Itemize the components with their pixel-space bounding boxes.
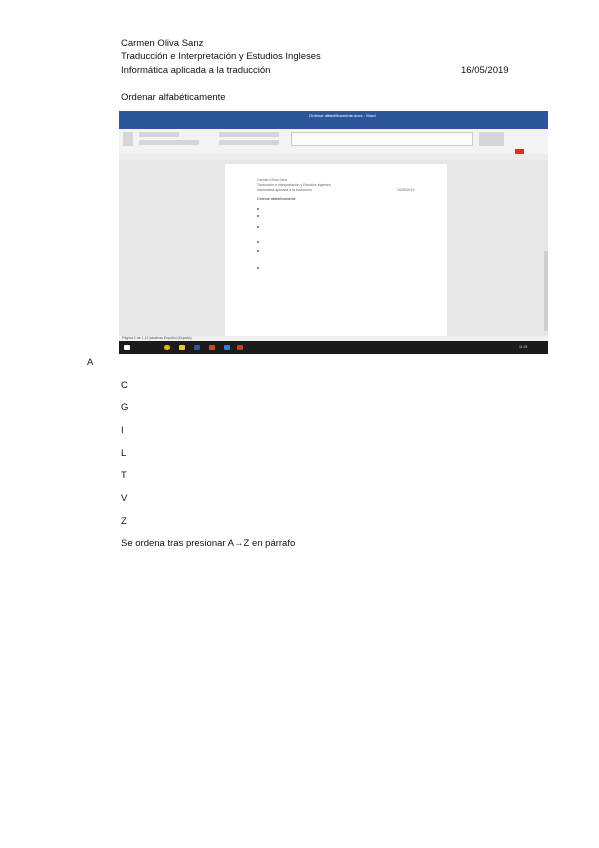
letter-item: Z: [121, 516, 127, 527]
doc-date: 16/05/2019: [397, 188, 415, 192]
word-titlebar: Ordenar alfabéticamente.docx - Word: [119, 111, 548, 120]
acrobat-icon[interactable]: [237, 345, 243, 350]
letter-item: A: [87, 357, 94, 368]
word-ruler: [119, 154, 548, 160]
doc-heading: Ordenar alfabéticamente: [257, 197, 296, 201]
word-icon[interactable]: [194, 345, 200, 350]
letter-item: V: [121, 493, 128, 504]
start-icon[interactable]: [124, 345, 130, 350]
letter-item: I: [121, 425, 124, 436]
letter-item: L: [121, 448, 127, 459]
doc-line-2: Traducción e Interpretación y Estudios I…: [257, 183, 331, 187]
degree-name: Traducción e Interpretación y Estudios I…: [121, 51, 321, 62]
letter-item: G: [121, 402, 129, 413]
word-ribbon: [119, 129, 548, 158]
document-date: 16/05/2019: [461, 65, 509, 76]
windows-taskbar: 11:24: [119, 341, 548, 354]
chrome-icon[interactable]: [164, 345, 170, 350]
word-window-title: Ordenar alfabéticamente.docx - Word: [309, 113, 376, 118]
doc-line-1: Carmen Oliva Sanz: [257, 178, 288, 182]
word-ribbon-tabs: [119, 120, 548, 129]
doc-line-3: Informática aplicada a la traducción: [257, 188, 313, 192]
status-text: Página 1 de 1 12 palabras Español (Españ…: [122, 336, 192, 340]
word-document-page: Carmen Oliva Sanz Traducción e Interpret…: [225, 164, 447, 339]
taskbar-clock: 11:24: [519, 345, 528, 349]
author-name: Carmen Oliva Sanz: [121, 38, 204, 49]
word-screenshot: Ordenar alfabéticamente.docx - Word Carm…: [119, 111, 548, 354]
letter-item: T: [121, 470, 127, 481]
letter-item: C: [121, 380, 128, 391]
subject-name: Informática aplicada a la traducción: [121, 65, 271, 76]
word-scrollbar[interactable]: [544, 251, 548, 331]
section-title: Ordenar alfabéticamente: [121, 92, 226, 103]
store-icon[interactable]: [224, 345, 230, 350]
explorer-icon[interactable]: [179, 345, 185, 350]
caption: Se ordena tras presionar A→Z en párrafo: [121, 538, 296, 549]
powerpoint-icon[interactable]: [209, 345, 215, 350]
